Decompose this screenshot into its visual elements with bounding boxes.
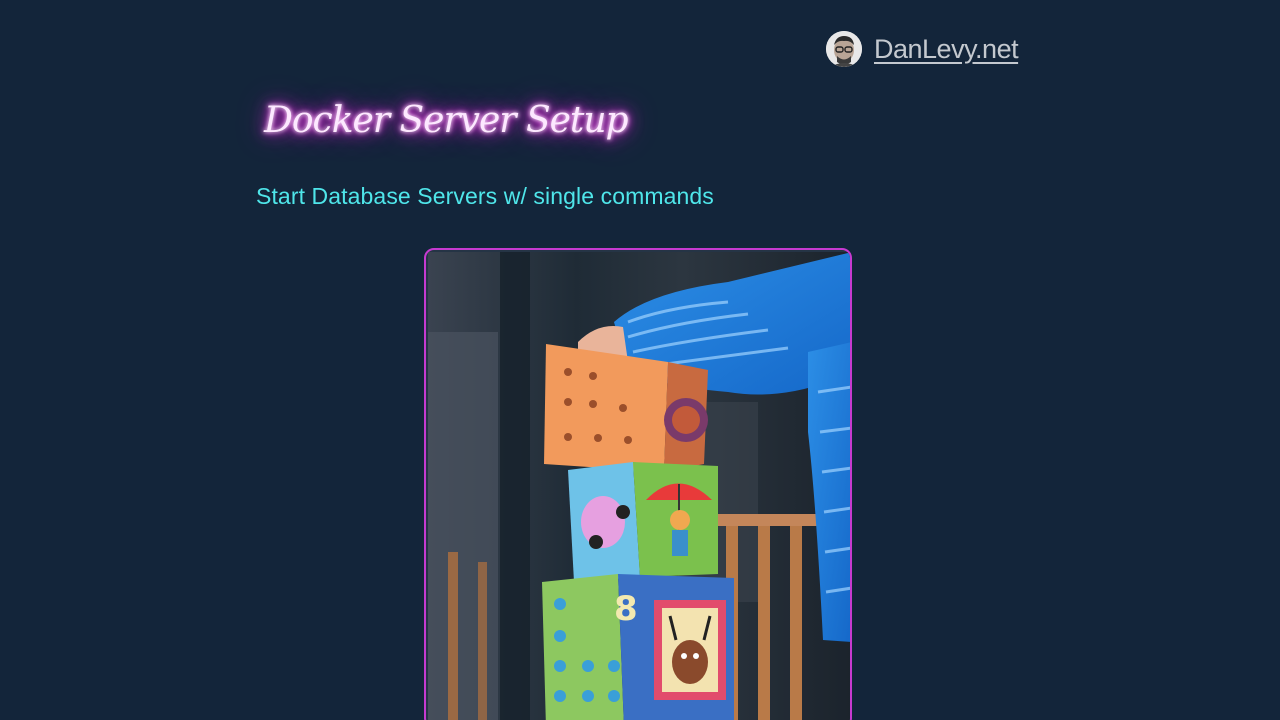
- site-name[interactable]: DanLevy.net: [874, 34, 1019, 65]
- page-title: Docker Server Setup: [264, 100, 629, 141]
- page: DanLevy.net Docker Server Setup Start Da…: [0, 0, 1280, 720]
- page-subtitle: Start Database Servers w/ single command…: [256, 183, 714, 209]
- hero-image-frame: 8: [424, 248, 852, 720]
- avatar-icon: [826, 31, 862, 67]
- hero-image: 8: [428, 252, 850, 720]
- svg-text:8: 8: [614, 589, 638, 629]
- site-home-link[interactable]: DanLevy.net: [826, 31, 1019, 67]
